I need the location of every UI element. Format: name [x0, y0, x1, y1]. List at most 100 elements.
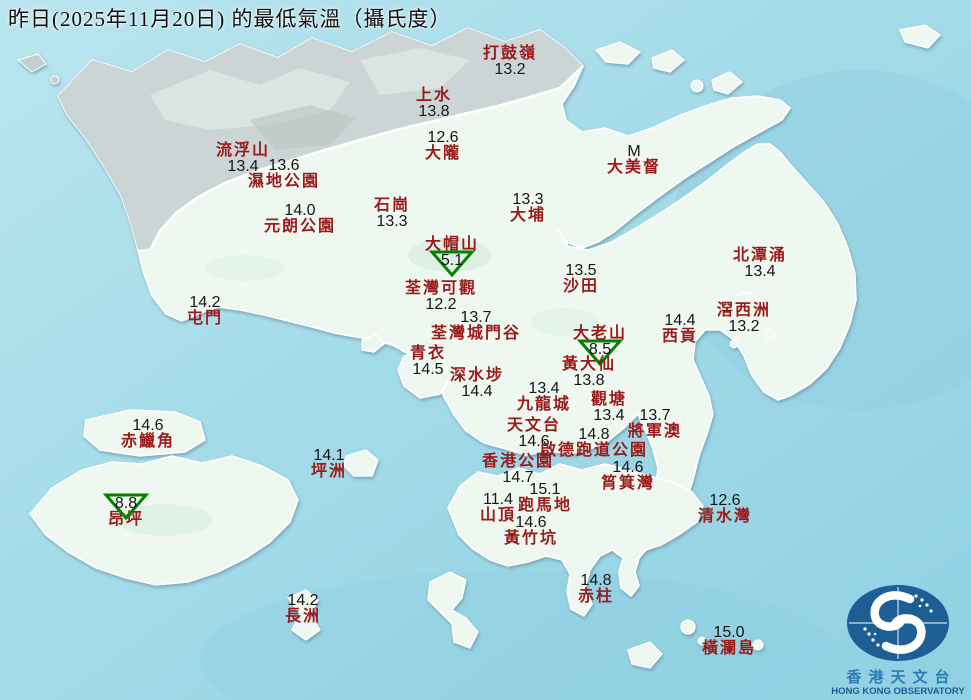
station-value: M — [607, 143, 661, 160]
station-label: 13.3 大埔 — [509, 191, 547, 225]
station-value: 12.6 — [425, 129, 461, 146]
station-name: 將軍澳 — [627, 423, 683, 441]
station-value-text: 14.6 — [612, 459, 644, 476]
station-name: 打鼓嶺 — [482, 45, 538, 62]
station-value: 8.5 — [573, 339, 627, 367]
page-title: 昨日(2025年11月20日) 的最低氣溫（攝氏度） — [8, 7, 452, 31]
station-label: 上水 13.8 — [415, 87, 453, 121]
station-label: 觀塘 13.4 — [591, 391, 627, 425]
station-value: 14.6 — [504, 514, 558, 531]
station-name: 筲箕灣 — [600, 475, 656, 493]
station-value: 14.1 — [311, 447, 347, 464]
station-value: 15.1 — [518, 481, 572, 498]
logo-chinese-name: 香港天文台 — [846, 670, 957, 687]
station-value: 13.4 — [591, 408, 627, 424]
station-name: 濕地公園 — [247, 173, 321, 191]
station-label: 8.8 昂坪 — [102, 493, 150, 529]
station-name: 橫瀾島 — [701, 640, 757, 658]
station-label: 14.6 赤鱲角 — [120, 417, 176, 451]
station-label: 13.5 沙田 — [562, 262, 600, 296]
station-name: 大美督 — [606, 159, 662, 177]
station-name: 沙田 — [562, 278, 600, 296]
station-name: 元朗公園 — [263, 218, 337, 236]
hko-logo-icon — [847, 585, 949, 662]
station-value-text: 13.4 — [744, 263, 776, 281]
station-value: 13.6 — [248, 157, 320, 174]
station-value-text: 13.3 — [512, 191, 544, 208]
station-value-text: 13.7 — [639, 407, 671, 424]
station-label: 打鼓嶺 13.2 — [482, 45, 538, 79]
stations-layer: 打鼓嶺 13.2 上水 13.8 12.6 大隴 流浮山 13.4 13.6 濕地公園 M 大美督 14… — [0, 0, 971, 700]
station-label: 深水埗 14.4 — [450, 367, 504, 401]
weather-map-screen: 昨日(2025年11月20日) 的最低氣溫（攝氏度） 打鼓嶺 13.2 上水 13.8… — [0, 0, 971, 700]
station-value-text: 11.4 — [483, 491, 513, 508]
station-label: 14.0 元朗公園 — [263, 202, 337, 236]
station-name: 黃大仙 — [561, 356, 617, 373]
station-value: 13.4 — [216, 159, 270, 175]
station-name: 赤柱 — [577, 588, 615, 606]
station-value: 14.8 — [540, 426, 648, 443]
station-label: 14.8 赤柱 — [577, 572, 615, 606]
station-value-text: 14.8 — [580, 572, 612, 589]
station-value-text: 15.1 — [529, 481, 561, 498]
station-value-text: 14.6 — [515, 514, 547, 531]
station-name: 坪洲 — [310, 463, 348, 481]
station-name: 昂坪 — [107, 511, 145, 529]
station-label: 14.8 啟德跑道公園 — [540, 426, 648, 460]
station-label: 13.7 將軍澳 — [627, 407, 683, 441]
station-value-text: 12.2 — [425, 296, 457, 314]
station-value-text: 13.7 — [460, 309, 492, 326]
station-label: M 大美督 — [606, 143, 662, 177]
station-name: 跑馬地 — [517, 497, 573, 515]
station-label: 北潭涌 13.4 — [733, 247, 787, 281]
station-value: 14.2 — [285, 592, 321, 609]
station-value-text: 15.0 — [713, 624, 745, 641]
station-name: 清水灣 — [697, 508, 753, 526]
station-value-text: 13.8 — [418, 103, 450, 121]
station-name: 天文台 — [506, 417, 562, 434]
station-value-text: 14.4 — [461, 383, 493, 401]
station-name: 石崗 — [373, 197, 411, 214]
station-label: 石崗 13.3 — [373, 197, 411, 231]
station-label: 14.1 坪洲 — [310, 447, 348, 481]
station-value: 12.2 — [405, 297, 477, 313]
station-name: 香港公園 — [481, 453, 555, 470]
station-label: 14.6 黃竹坑 — [503, 514, 559, 548]
station-value-text: 12.6 — [709, 492, 741, 509]
station-value: 14.5 — [410, 362, 446, 378]
station-value: 14.4 — [450, 384, 504, 400]
station-label: 黃大仙 13.8 — [561, 356, 617, 390]
station-value: 13.7 — [628, 407, 682, 424]
station-name: 大帽山 — [424, 236, 480, 253]
station-name: 流浮山 — [215, 142, 271, 159]
station-label: 13.7 荃灣城門谷 — [431, 309, 521, 343]
station-value: 13.4 — [733, 264, 787, 280]
station-value-text: 13.4 — [227, 158, 259, 176]
station-value: 8.8 — [102, 493, 150, 521]
station-value-text: 14.7 — [502, 469, 534, 487]
station-value: 13.7 — [431, 309, 521, 326]
station-name: 黃竹坑 — [503, 530, 559, 548]
station-label: 荃灣可觀 12.2 — [405, 280, 477, 314]
station-name: 赤鱲角 — [120, 433, 176, 451]
station-value-text: 13.5 — [565, 262, 597, 279]
min-temperature-marker-icon — [102, 493, 150, 521]
station-name: 山頂 — [479, 507, 517, 525]
logo-english-name: HONG KONG OBSERVATORY — [831, 685, 965, 697]
station-name: 大埔 — [509, 207, 547, 225]
station-value: 14.2 — [187, 294, 223, 311]
station-name: 西貢 — [661, 328, 699, 346]
station-label: 流浮山 13.4 — [215, 142, 271, 176]
station-name: 滘西洲 — [716, 302, 772, 319]
station-name: 九龍城 — [516, 396, 572, 414]
station-label: 14.6 筲箕灣 — [600, 459, 656, 493]
station-value: 13.2 — [717, 319, 771, 335]
station-value-text: 13.4 — [593, 407, 625, 425]
station-value: 14.0 — [264, 202, 336, 219]
station-label: 15.1 跑馬地 — [517, 481, 573, 515]
station-label: 12.6 清水灣 — [697, 492, 753, 526]
station-name: 上水 — [415, 87, 453, 104]
station-value: 14.4 — [662, 312, 698, 329]
station-value-text: 14.6 — [132, 417, 164, 434]
station-label: 13.4 九龍城 — [516, 380, 572, 414]
